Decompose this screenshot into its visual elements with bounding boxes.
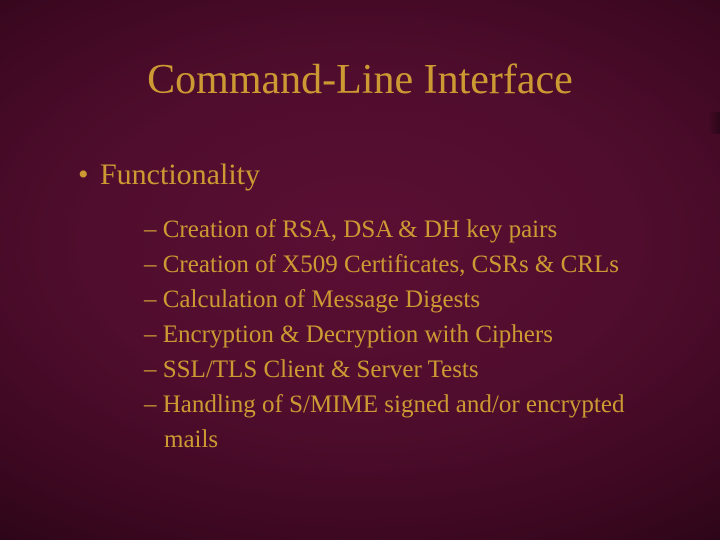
bullet-dot-icon: •: [78, 158, 100, 192]
sub-bullet-text: Calculation of Message Digests: [163, 286, 480, 313]
dash-icon: –: [144, 286, 157, 313]
dash-icon: –: [144, 216, 157, 243]
sub-bullet-item: – Calculation of Message Digests: [144, 282, 660, 317]
dash-icon: –: [144, 356, 157, 383]
slide: Command-Line Interface •Functionality – …: [0, 0, 720, 540]
sub-bullet-item: – SSL/TLS Client & Server Tests: [144, 352, 660, 387]
sub-bullet-item: – Handling of S/MIME signed and/or encry…: [144, 387, 660, 457]
sub-bullet-item: – Creation of RSA, DSA & DH key pairs: [144, 212, 660, 247]
dash-icon: –: [144, 321, 157, 348]
sub-bullet-list: – Creation of RSA, DSA & DH key pairs – …: [144, 212, 660, 457]
slide-title: Command-Line Interface: [0, 56, 720, 104]
sub-bullet-text: Handling of S/MIME signed and/or encrypt…: [163, 391, 625, 453]
dash-icon: –: [144, 391, 157, 418]
sub-bullet-item: – Creation of X509 Certificates, CSRs & …: [144, 247, 660, 282]
dash-icon: –: [144, 251, 157, 278]
sub-bullet-text: Creation of X509 Certificates, CSRs & CR…: [163, 251, 619, 278]
sub-bullet-text: Creation of RSA, DSA & DH key pairs: [163, 216, 557, 243]
sub-bullet-item: – Encryption & Decryption with Ciphers: [144, 317, 660, 352]
bullet-functionality: •Functionality: [78, 158, 260, 192]
sub-bullet-text: Encryption & Decryption with Ciphers: [163, 321, 553, 348]
edge-shadow: [708, 112, 720, 134]
bullet-label: Functionality: [100, 158, 260, 191]
sub-bullet-text: SSL/TLS Client & Server Tests: [163, 356, 479, 383]
